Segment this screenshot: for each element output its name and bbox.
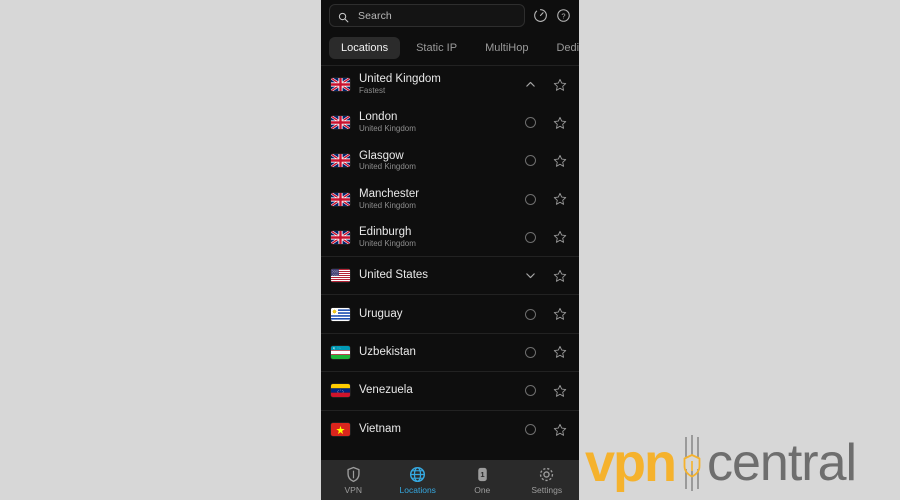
location-name: Glasgow — [359, 149, 404, 162]
select-radio[interactable] — [519, 231, 541, 243]
location-labels: Glasgow United Kingdom — [359, 150, 510, 173]
location-row[interactable]: Vietnam — [321, 411, 579, 449]
location-name: Uzbekistan — [359, 345, 416, 358]
vpncentral-watermark: vpn central — [585, 432, 857, 494]
flag-icon — [331, 78, 350, 92]
favorite-star-icon[interactable] — [553, 116, 567, 130]
vpn-app-panel: Search ? Locations Static IP MultiHop De… — [321, 0, 579, 500]
bottom-nav: VPN Locations 1 One Settings — [321, 460, 579, 500]
select-radio[interactable] — [519, 155, 541, 167]
shield-icon — [345, 466, 362, 483]
location-row[interactable]: Uzbekistan — [321, 334, 579, 373]
nav-item-vpn[interactable]: VPN — [321, 466, 386, 495]
location-name: Venezuela — [359, 384, 413, 397]
tab-dedicated-ip[interactable]: Dedi — [544, 37, 579, 59]
location-name: United Kingdom — [359, 73, 441, 86]
location-name: Edinburgh — [359, 225, 412, 238]
location-row[interactable]: United States — [321, 257, 579, 296]
select-radio[interactable] — [519, 117, 541, 129]
location-name: United States — [359, 269, 429, 282]
favorite-star-icon[interactable] — [553, 154, 567, 168]
location-name: London — [359, 111, 398, 124]
location-labels: United Kingdom Fastest — [359, 73, 510, 96]
location-list[interactable]: United Kingdom Fastest London United Kingd… — [321, 65, 579, 460]
location-labels: London United Kingdom — [359, 111, 510, 134]
watermark-brand: vpn — [585, 433, 677, 493]
search-input[interactable]: Search — [329, 4, 525, 27]
nav-label-one: One — [474, 484, 491, 495]
select-radio[interactable] — [519, 385, 541, 397]
location-name: Manchester — [359, 187, 420, 200]
help-icon[interactable]: ? — [556, 8, 571, 23]
location-subtitle: United Kingdom — [359, 124, 416, 134]
location-row[interactable]: Edinburgh United Kingdom — [321, 219, 579, 257]
flag-icon — [331, 384, 350, 398]
flag-icon — [331, 116, 350, 130]
flag-icon — [331, 269, 350, 283]
tab-static-ip[interactable]: Static IP — [404, 37, 469, 59]
location-row[interactable]: Uruguay — [321, 295, 579, 334]
one-badge-icon: 1 — [474, 466, 491, 483]
nav-label-vpn: VPN — [344, 484, 362, 495]
location-labels: Uruguay — [359, 308, 510, 321]
location-row[interactable]: Venezuela — [321, 372, 579, 411]
nav-label-locations: Locations — [399, 484, 436, 495]
flag-icon — [331, 230, 350, 244]
search-icon — [338, 10, 349, 23]
speed-test-icon[interactable] — [533, 8, 548, 23]
location-row[interactable]: Glasgow United Kingdom — [321, 142, 579, 180]
favorite-star-icon[interactable] — [553, 78, 567, 92]
search-row: Search ? — [321, 0, 579, 31]
location-labels: Manchester United Kingdom — [359, 188, 510, 211]
tab-bar: Locations Static IP MultiHop Dedi — [321, 31, 579, 65]
favorite-star-icon[interactable] — [553, 269, 567, 283]
location-subtitle: United Kingdom — [359, 200, 416, 210]
nav-item-settings[interactable]: Settings — [515, 466, 580, 495]
tab-locations[interactable]: Locations — [329, 37, 401, 59]
select-radio[interactable] — [519, 308, 541, 320]
favorite-star-icon[interactable] — [553, 345, 567, 359]
location-name: Uruguay — [359, 307, 403, 320]
svg-text:?: ? — [561, 12, 565, 21]
location-labels: Venezuela — [359, 384, 510, 397]
favorite-star-icon[interactable] — [553, 230, 567, 244]
chevron-down-icon[interactable] — [519, 269, 541, 282]
flag-icon — [331, 154, 350, 168]
tab-multihop[interactable]: MultiHop — [473, 37, 540, 59]
location-labels: Edinburgh United Kingdom — [359, 226, 510, 249]
location-subtitle: Fastest — [359, 86, 386, 96]
flag-icon — [331, 345, 350, 359]
flag-icon — [331, 307, 350, 321]
search-placeholder: Search — [358, 9, 392, 22]
favorite-star-icon[interactable] — [553, 192, 567, 206]
location-subtitle: United Kingdom — [359, 162, 416, 172]
favorite-star-icon[interactable] — [553, 423, 567, 437]
location-row[interactable]: Manchester United Kingdom — [321, 180, 579, 218]
watermark-shield-icon — [679, 433, 705, 493]
location-labels: Uzbekistan — [359, 346, 510, 359]
location-row[interactable]: United Kingdom Fastest — [321, 65, 579, 103]
select-radio[interactable] — [519, 424, 541, 436]
watermark-suffix: central — [707, 434, 857, 492]
favorite-star-icon[interactable] — [553, 307, 567, 321]
favorite-star-icon[interactable] — [553, 384, 567, 398]
location-row[interactable]: London United Kingdom — [321, 103, 579, 141]
location-labels: Vietnam — [359, 423, 510, 436]
location-labels: United States — [359, 269, 510, 282]
nav-item-locations[interactable]: Locations — [386, 466, 451, 495]
nav-label-settings: Settings — [531, 484, 563, 495]
gear-icon — [538, 466, 555, 483]
flag-icon — [331, 192, 350, 206]
chevron-up-icon[interactable] — [519, 78, 541, 91]
location-subtitle: United Kingdom — [359, 238, 416, 248]
location-name: Vietnam — [359, 423, 401, 436]
select-radio[interactable] — [519, 346, 541, 358]
globe-icon — [409, 466, 426, 483]
flag-icon — [331, 423, 350, 437]
select-radio[interactable] — [519, 193, 541, 205]
nav-item-one[interactable]: 1 One — [450, 466, 515, 495]
